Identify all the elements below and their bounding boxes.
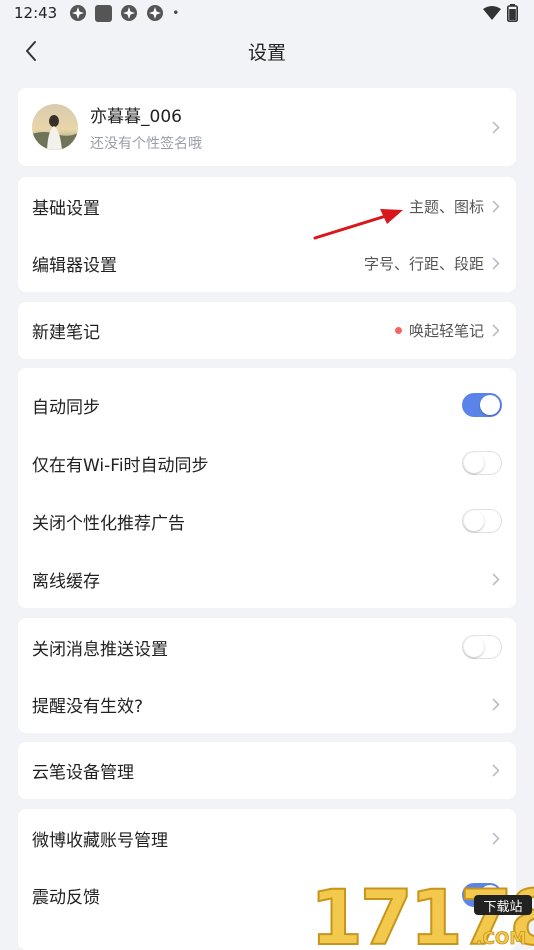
app-bar: 设置 [0, 26, 534, 76]
chevron-right-icon [490, 324, 502, 338]
status-system-icons [483, 4, 518, 22]
close-personalized-ads-row: 关闭个性化推荐广告 [18, 492, 516, 550]
close-personalized-ads-toggle[interactable] [462, 509, 502, 533]
profile-card[interactable]: 亦暮暮_006 还没有个性签名哦 [18, 88, 516, 166]
editor-settings-label: 编辑器设置 [32, 255, 117, 276]
status-bar: 12:43 • [0, 0, 534, 26]
cloud-pen-row[interactable]: 云笔设备管理 [18, 742, 516, 799]
weibo-accounts-label: 微博收藏账号管理 [32, 830, 168, 851]
avatar[interactable] [32, 104, 78, 150]
reminder-not-working-row[interactable]: 提醒没有生效? [18, 675, 516, 733]
status-time: 12:43 [14, 4, 58, 22]
status-notification-icons: • [69, 4, 179, 22]
wifi-only-sync-row: 仅在有Wi-Fi时自动同步 [18, 434, 516, 492]
settings-screen: 12:43 • 设置 亦暮暮_006 还没有个性签名哦 基础设置 主题、图标 编… [0, 0, 534, 950]
cloud-pen-card: 云笔设备管理 [18, 742, 516, 799]
auto-sync-row: 自动同步 [18, 376, 516, 434]
app-icon-2 [95, 4, 113, 22]
auto-sync-label: 自动同步 [32, 397, 100, 418]
basic-settings-card: 基础设置 主题、图标 编辑器设置 字号、行距、段距 [18, 177, 516, 292]
profile-text: 亦暮暮_006 还没有个性签名哦 [90, 102, 490, 153]
new-note-card: 新建笔记 唤起轻笔记 [18, 302, 516, 359]
basic-settings-value: 主题、图标 [408, 197, 484, 216]
back-arrow-icon [26, 41, 36, 61]
chevron-right-icon [490, 831, 502, 845]
offline-cache-label: 离线缓存 [32, 571, 100, 592]
close-push-label: 关闭消息推送设置 [32, 639, 168, 660]
chevron-right-icon [490, 572, 502, 586]
profile-signature: 还没有个性签名哦 [90, 135, 202, 152]
sync-settings-card: 自动同步 仅在有Wi-Fi时自动同步 关闭个性化推荐广告 离线缓存 [18, 368, 516, 608]
close-push-toggle[interactable] [462, 635, 502, 659]
annotation-arrow-icon [313, 209, 403, 240]
basic-settings-row[interactable]: 基础设置 主题、图标 [18, 177, 516, 235]
auto-sync-toggle[interactable] [462, 393, 502, 417]
new-note-row[interactable]: 新建笔记 唤起轻笔记 [18, 302, 516, 359]
watermark-badge: 下载站 [474, 895, 532, 915]
chevron-right-icon [490, 199, 502, 213]
chevron-right-icon [490, 697, 502, 711]
app-icon-4 [147, 5, 164, 21]
wifi-only-sync-toggle[interactable] [462, 451, 502, 475]
app-icon-3 [121, 5, 138, 21]
cloud-pen-label: 云笔设备管理 [32, 763, 134, 783]
back-button[interactable] [14, 34, 48, 68]
new-note-value: 唤起轻笔记 [408, 322, 484, 340]
app-icon-1 [70, 5, 87, 21]
red-dot-indicator [394, 327, 402, 334]
new-note-label: 新建笔记 [32, 323, 100, 343]
weibo-accounts-row[interactable]: 微博收藏账号管理 [18, 809, 516, 867]
close-personalized-ads-label: 关闭个性化推荐广告 [32, 513, 185, 534]
page-title: 设置 [247, 41, 286, 64]
status-dot: • [172, 6, 180, 20]
offline-cache-row[interactable]: 离线缓存 [18, 550, 516, 608]
profile-name: 亦暮暮_006 [90, 106, 182, 127]
editor-settings-value: 字号、行距、段距 [363, 254, 484, 273]
watermark-suffix: .COM [476, 929, 526, 949]
battery-icon [507, 4, 518, 22]
chevron-right-icon [490, 120, 502, 134]
wifi-icon [483, 6, 501, 20]
editor-settings-row[interactable]: 编辑器设置 字号、行距、段距 [18, 234, 516, 292]
reminder-not-working-label: 提醒没有生效? [32, 696, 144, 717]
chevron-right-icon [490, 764, 502, 778]
wifi-only-sync-label: 仅在有Wi-Fi时自动同步 [32, 455, 209, 476]
profile-row[interactable]: 亦暮暮_006 还没有个性签名哦 [18, 88, 516, 166]
chevron-right-icon [490, 256, 502, 270]
close-push-row: 关闭消息推送设置 [18, 618, 516, 676]
notification-settings-card: 关闭消息推送设置 提醒没有生效? [18, 618, 516, 733]
